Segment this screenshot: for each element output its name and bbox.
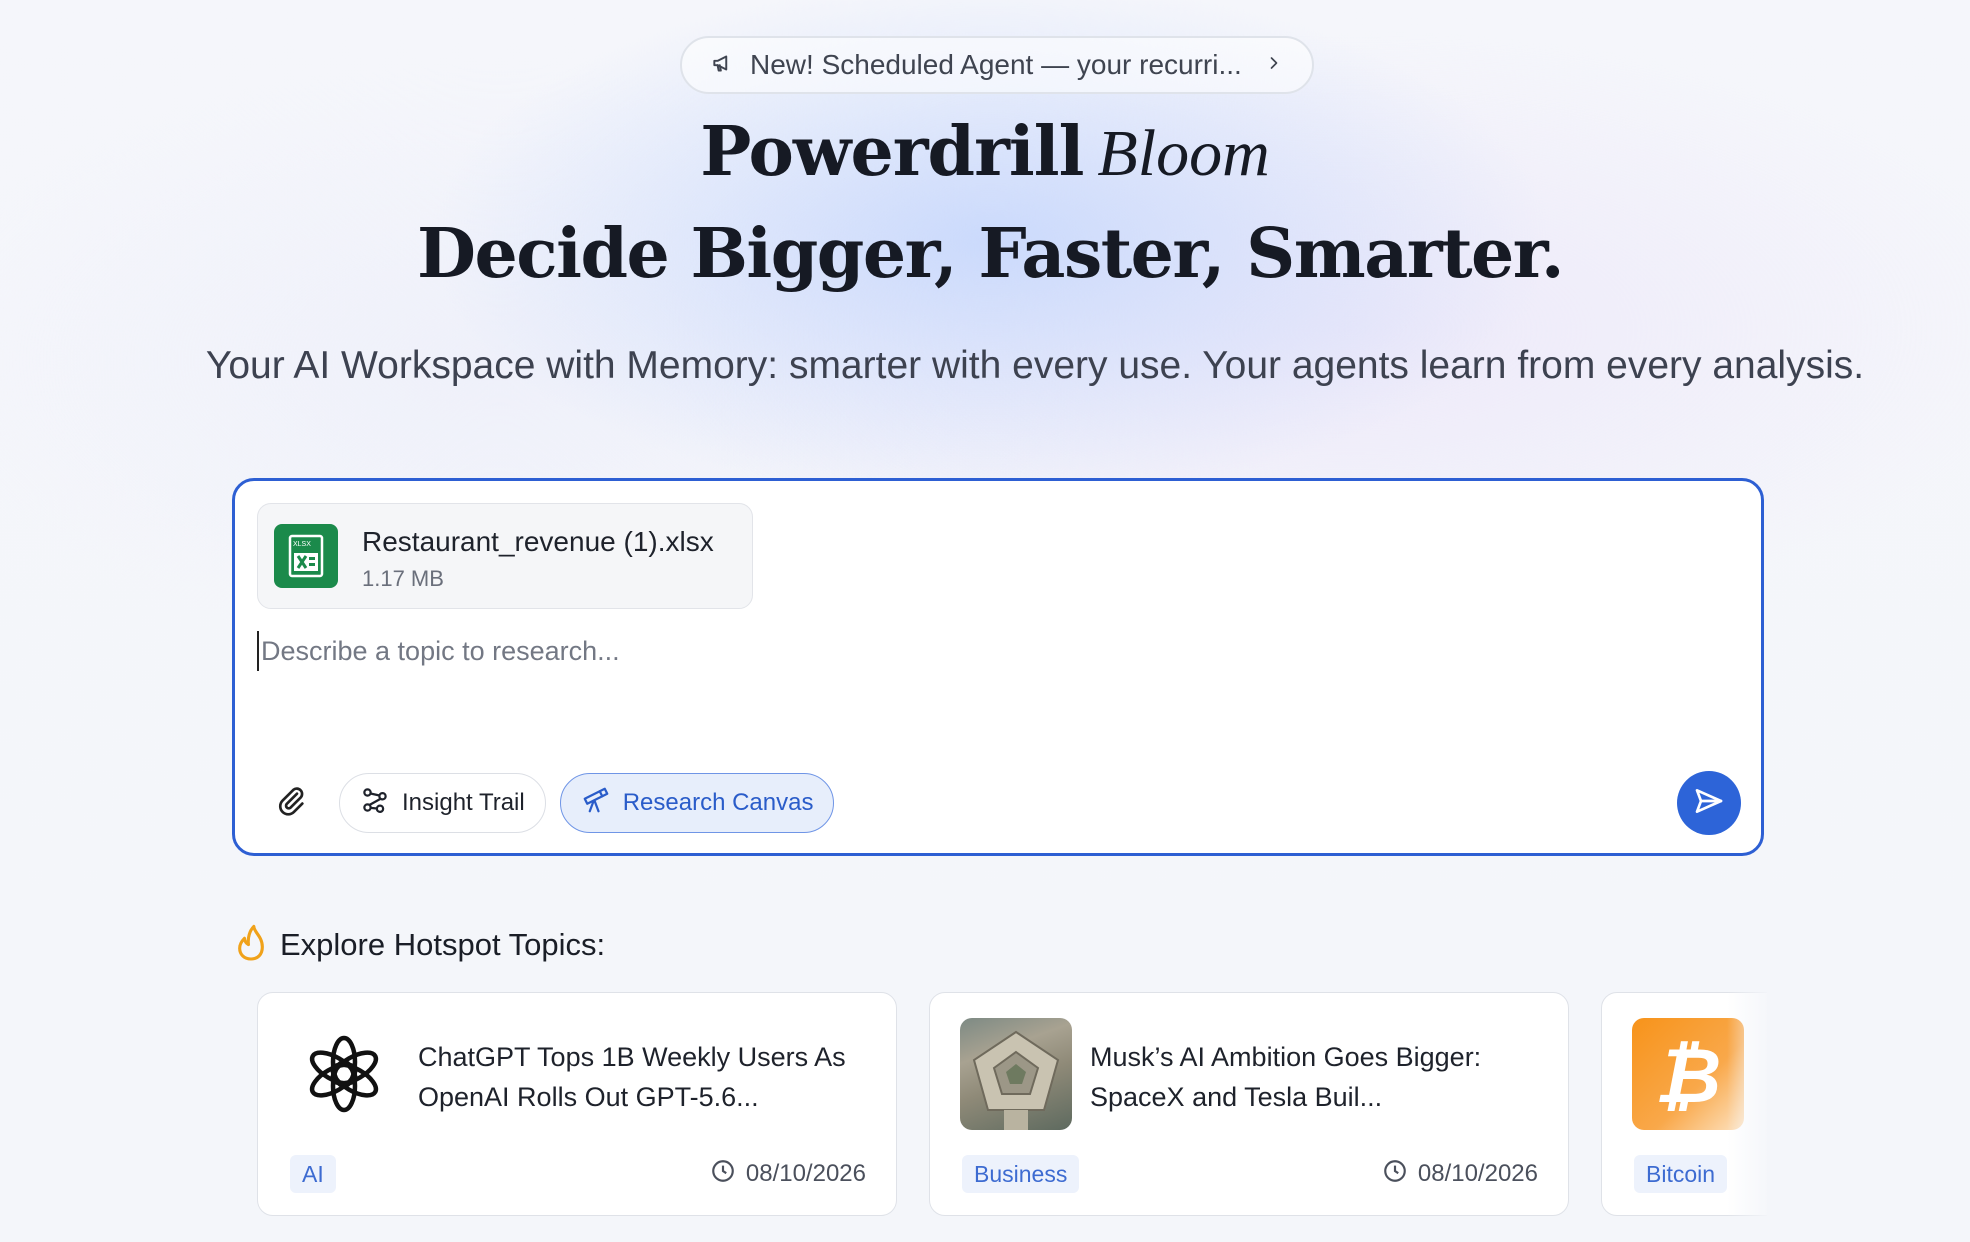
research-topic-input[interactable] bbox=[257, 631, 1741, 671]
file-size: 1.17 MB bbox=[362, 566, 444, 591]
attach-file-button[interactable] bbox=[261, 773, 321, 833]
card-tag: Bitcoin bbox=[1634, 1155, 1728, 1193]
hotspot-heading-label: Explore Hotspot Topics: bbox=[280, 926, 606, 962]
announcement-text: New! Scheduled Agent — your recurri... bbox=[750, 49, 1242, 80]
megaphone-icon bbox=[710, 50, 736, 81]
clock-icon bbox=[1382, 1158, 1408, 1191]
research-canvas-button[interactable]: Research Canvas bbox=[559, 773, 835, 833]
brand-title: Powerdrill Bloom bbox=[0, 112, 1970, 192]
page-subtitle: Your AI Workspace with Memory: smarter w… bbox=[205, 344, 1865, 387]
insight-trail-label: Insight Trail bbox=[402, 789, 525, 816]
hotspot-card[interactable]: ChatGPT Tops 1B Weekly Users As OpenAI R… bbox=[257, 992, 897, 1216]
hotspot-heading: Explore Hotspot Topics: bbox=[234, 922, 605, 967]
card-title: ChatGPT Tops 1B Weekly Users As OpenAI R… bbox=[418, 1042, 846, 1112]
file-name: Restaurant_revenue (1).xlsx bbox=[362, 526, 714, 557]
hotspot-cards: ChatGPT Tops 1B Weekly Users As OpenAI R… bbox=[230, 992, 1767, 1242]
research-composer: XLSX Restaurant_revenue (1).xlsx 1.17 MB bbox=[232, 478, 1764, 856]
announcement-banner[interactable]: New! Scheduled Agent — your recurri... bbox=[680, 36, 1314, 94]
flame-icon bbox=[234, 922, 268, 967]
brand-suffix: Bloom bbox=[1097, 117, 1270, 190]
send-button[interactable] bbox=[1677, 771, 1741, 835]
card-date: 08/10/2026 bbox=[1382, 1155, 1538, 1193]
paperclip-icon bbox=[275, 785, 307, 822]
xlsx-file-icon: XLSX bbox=[274, 524, 338, 588]
card-date: 08/10/2026 bbox=[710, 1155, 866, 1193]
card-tag: AI bbox=[290, 1155, 336, 1193]
page-headline: Decide Bigger, Faster, Smarter. bbox=[416, 214, 1565, 294]
brand-name: Powerdrill bbox=[700, 112, 1084, 192]
xlsx-badge-text: XLSX bbox=[293, 541, 311, 548]
hotspot-card[interactable]: Musk’s AI Ambition Goes Bigger: SpaceX a… bbox=[929, 992, 1569, 1216]
card-date-text: 08/10/2026 bbox=[1417, 1160, 1538, 1187]
openai-logo-icon bbox=[288, 1018, 400, 1130]
send-icon bbox=[1693, 785, 1725, 822]
insight-trail-button[interactable]: Insight Trail bbox=[339, 773, 546, 833]
telescope-icon bbox=[581, 785, 611, 822]
chevron-right-icon bbox=[1264, 53, 1284, 78]
attached-file-chip[interactable]: XLSX Restaurant_revenue (1).xlsx 1.17 MB bbox=[257, 503, 753, 609]
svg-text:₿: ₿ bbox=[1655, 1031, 1722, 1120]
clock-icon bbox=[710, 1158, 736, 1191]
card-date-text: 08/10/2026 bbox=[745, 1160, 866, 1187]
research-canvas-label: Research Canvas bbox=[622, 789, 814, 816]
workflow-nodes-icon bbox=[360, 785, 390, 822]
composer-toolbar: Insight Trail Research Canvas bbox=[261, 773, 835, 833]
cards-fade-overlay bbox=[1727, 992, 1767, 1242]
pentagon-photo-image bbox=[960, 1018, 1072, 1130]
card-tag: Business bbox=[962, 1155, 1080, 1193]
card-title: Musk’s AI Ambition Goes Bigger: SpaceX a… bbox=[1090, 1042, 1482, 1112]
